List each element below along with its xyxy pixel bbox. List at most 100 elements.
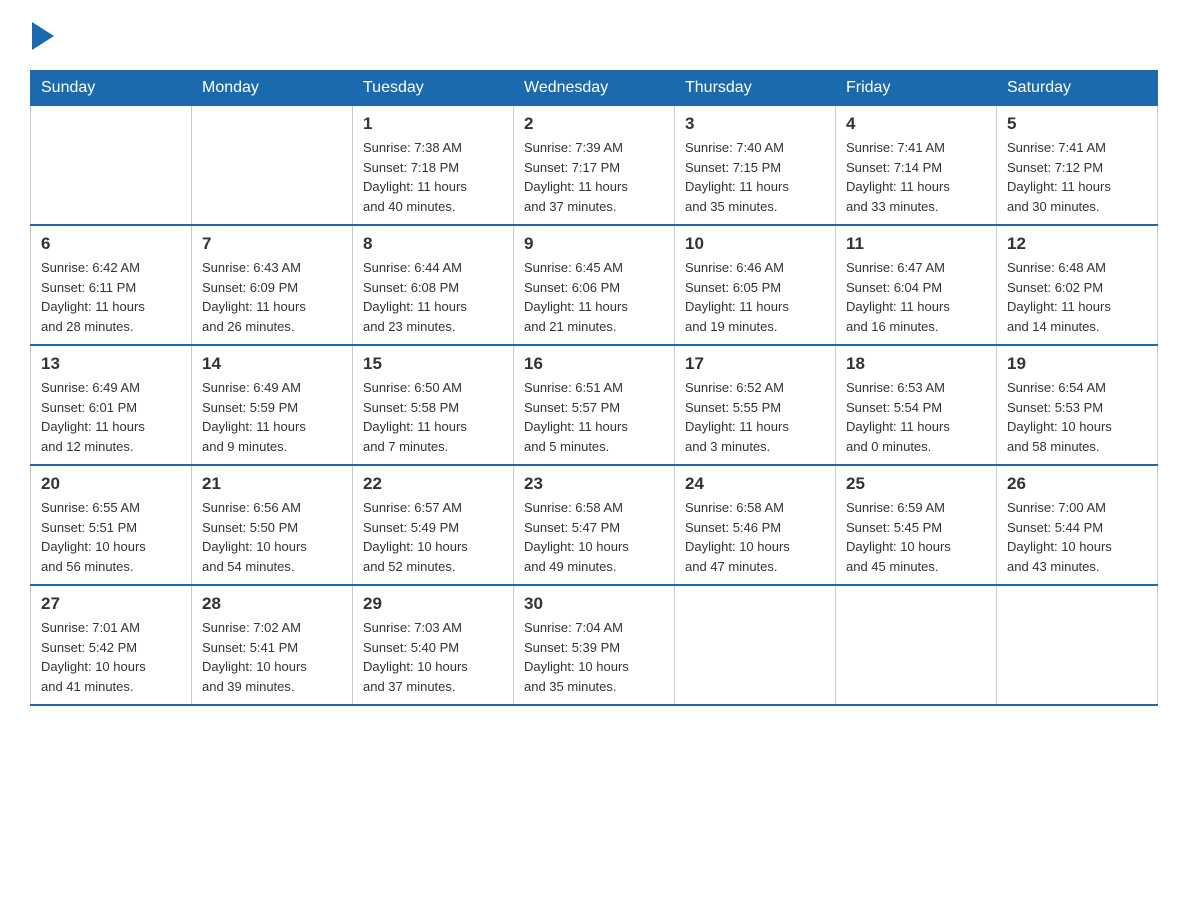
day-number: 4	[846, 114, 986, 134]
calendar-table: SundayMondayTuesdayWednesdayThursdayFrid…	[30, 70, 1158, 706]
week-row-2: 6 Sunrise: 6:42 AM Sunset: 6:11 PM Daylig…	[31, 225, 1158, 345]
calendar-cell: 28 Sunrise: 7:02 AM Sunset: 5:41 PM Dayli…	[192, 585, 353, 705]
calendar-cell: 16Sunrise: 6:51 AM Sunset: 5:57 PM Dayli…	[514, 345, 675, 465]
calendar-cell: 22Sunrise: 6:57 AM Sunset: 5:49 PM Dayli…	[353, 465, 514, 585]
day-number: 26	[1007, 474, 1147, 494]
day-number: 21	[202, 474, 342, 494]
calendar-cell: 2 Sunrise: 7:39 AM Sunset: 7:17 PM Daylig…	[514, 106, 675, 226]
day-info: Sunrise: 6:58 AM Sunset: 5:46 PM Dayligh…	[685, 498, 825, 576]
day-info: Sunrise: 7:01 AM Sunset: 5:42 PM Dayligh…	[41, 618, 181, 696]
day-number: 5	[1007, 114, 1147, 134]
column-header-saturday: Saturday	[997, 71, 1158, 106]
day-info: Sunrise: 6:56 AM Sunset: 5:50 PM Dayligh…	[202, 498, 342, 576]
calendar-cell	[192, 106, 353, 226]
calendar-body: 1 Sunrise: 7:38 AM Sunset: 7:18 PM Daylig…	[31, 106, 1158, 706]
day-info: Sunrise: 7:40 AM Sunset: 7:15 PM Dayligh…	[685, 138, 825, 216]
calendar-cell: 19 Sunrise: 6:54 AM Sunset: 5:53 PM Dayli…	[997, 345, 1158, 465]
logo-icon	[32, 22, 54, 50]
day-info: Sunrise: 7:38 AM Sunset: 7:18 PM Dayligh…	[363, 138, 503, 216]
day-number: 29	[363, 594, 503, 614]
column-header-thursday: Thursday	[675, 71, 836, 106]
day-info: Sunrise: 6:44 AM Sunset: 6:08 PM Dayligh…	[363, 258, 503, 336]
calendar-cell: 26 Sunrise: 7:00 AM Sunset: 5:44 PM Dayli…	[997, 465, 1158, 585]
logo	[30, 20, 54, 50]
day-number: 12	[1007, 234, 1147, 254]
calendar-cell: 17Sunrise: 6:52 AM Sunset: 5:55 PM Dayli…	[675, 345, 836, 465]
day-number: 28	[202, 594, 342, 614]
calendar-cell: 18 Sunrise: 6:53 AM Sunset: 5:54 PM Dayli…	[836, 345, 997, 465]
day-header-row: SundayMondayTuesdayWednesdayThursdayFrid…	[31, 71, 1158, 106]
day-info: Sunrise: 6:52 AM Sunset: 5:55 PM Dayligh…	[685, 378, 825, 456]
day-info: Sunrise: 7:04 AM Sunset: 5:39 PM Dayligh…	[524, 618, 664, 696]
day-info: Sunrise: 7:00 AM Sunset: 5:44 PM Dayligh…	[1007, 498, 1147, 576]
day-number: 8	[363, 234, 503, 254]
day-info: Sunrise: 7:41 AM Sunset: 7:14 PM Dayligh…	[846, 138, 986, 216]
day-info: Sunrise: 7:02 AM Sunset: 5:41 PM Dayligh…	[202, 618, 342, 696]
day-number: 9	[524, 234, 664, 254]
day-info: Sunrise: 6:43 AM Sunset: 6:09 PM Dayligh…	[202, 258, 342, 336]
column-header-sunday: Sunday	[31, 71, 192, 106]
day-info: Sunrise: 6:48 AM Sunset: 6:02 PM Dayligh…	[1007, 258, 1147, 336]
calendar-cell	[997, 585, 1158, 705]
week-row-5: 27 Sunrise: 7:01 AM Sunset: 5:42 PM Dayli…	[31, 585, 1158, 705]
day-number: 23	[524, 474, 664, 494]
day-number: 25	[846, 474, 986, 494]
calendar-cell: 30Sunrise: 7:04 AM Sunset: 5:39 PM Dayli…	[514, 585, 675, 705]
day-number: 11	[846, 234, 986, 254]
day-number: 18	[846, 354, 986, 374]
day-info: Sunrise: 6:47 AM Sunset: 6:04 PM Dayligh…	[846, 258, 986, 336]
calendar-cell: 27 Sunrise: 7:01 AM Sunset: 5:42 PM Dayli…	[31, 585, 192, 705]
calendar-cell: 14Sunrise: 6:49 AM Sunset: 5:59 PM Dayli…	[192, 345, 353, 465]
day-number: 13	[41, 354, 181, 374]
day-number: 7	[202, 234, 342, 254]
day-number: 1	[363, 114, 503, 134]
day-info: Sunrise: 6:53 AM Sunset: 5:54 PM Dayligh…	[846, 378, 986, 456]
calendar-cell: 9Sunrise: 6:45 AM Sunset: 6:06 PM Daylig…	[514, 225, 675, 345]
calendar-cell: 6 Sunrise: 6:42 AM Sunset: 6:11 PM Daylig…	[31, 225, 192, 345]
day-info: Sunrise: 6:46 AM Sunset: 6:05 PM Dayligh…	[685, 258, 825, 336]
day-number: 22	[363, 474, 503, 494]
calendar-cell: 25 Sunrise: 6:59 AM Sunset: 5:45 PM Dayli…	[836, 465, 997, 585]
week-row-4: 20 Sunrise: 6:55 AM Sunset: 5:51 PM Dayli…	[31, 465, 1158, 585]
day-info: Sunrise: 6:54 AM Sunset: 5:53 PM Dayligh…	[1007, 378, 1147, 456]
column-header-tuesday: Tuesday	[353, 71, 514, 106]
calendar-cell: 3 Sunrise: 7:40 AM Sunset: 7:15 PM Daylig…	[675, 106, 836, 226]
day-info: Sunrise: 6:50 AM Sunset: 5:58 PM Dayligh…	[363, 378, 503, 456]
week-row-1: 1 Sunrise: 7:38 AM Sunset: 7:18 PM Daylig…	[31, 106, 1158, 226]
day-info: Sunrise: 7:39 AM Sunset: 7:17 PM Dayligh…	[524, 138, 664, 216]
day-info: Sunrise: 6:59 AM Sunset: 5:45 PM Dayligh…	[846, 498, 986, 576]
day-info: Sunrise: 6:58 AM Sunset: 5:47 PM Dayligh…	[524, 498, 664, 576]
day-info: Sunrise: 7:41 AM Sunset: 7:12 PM Dayligh…	[1007, 138, 1147, 216]
calendar-cell: 10 Sunrise: 6:46 AM Sunset: 6:05 PM Dayli…	[675, 225, 836, 345]
day-number: 20	[41, 474, 181, 494]
calendar-cell: 23 Sunrise: 6:58 AM Sunset: 5:47 PM Dayli…	[514, 465, 675, 585]
day-info: Sunrise: 6:49 AM Sunset: 6:01 PM Dayligh…	[41, 378, 181, 456]
day-number: 15	[363, 354, 503, 374]
day-number: 3	[685, 114, 825, 134]
day-number: 24	[685, 474, 825, 494]
day-number: 6	[41, 234, 181, 254]
calendar-cell: 15 Sunrise: 6:50 AM Sunset: 5:58 PM Dayli…	[353, 345, 514, 465]
calendar-cell: 24 Sunrise: 6:58 AM Sunset: 5:46 PM Dayli…	[675, 465, 836, 585]
calendar-cell: 1 Sunrise: 7:38 AM Sunset: 7:18 PM Daylig…	[353, 106, 514, 226]
day-info: Sunrise: 6:51 AM Sunset: 5:57 PM Dayligh…	[524, 378, 664, 456]
calendar-cell: 12 Sunrise: 6:48 AM Sunset: 6:02 PM Dayli…	[997, 225, 1158, 345]
week-row-3: 13 Sunrise: 6:49 AM Sunset: 6:01 PM Dayli…	[31, 345, 1158, 465]
day-number: 10	[685, 234, 825, 254]
column-header-wednesday: Wednesday	[514, 71, 675, 106]
day-number: 19	[1007, 354, 1147, 374]
calendar-cell: 5 Sunrise: 7:41 AM Sunset: 7:12 PM Daylig…	[997, 106, 1158, 226]
day-info: Sunrise: 6:42 AM Sunset: 6:11 PM Dayligh…	[41, 258, 181, 336]
calendar-cell	[836, 585, 997, 705]
calendar-cell: 7 Sunrise: 6:43 AM Sunset: 6:09 PM Daylig…	[192, 225, 353, 345]
calendar-cell: 4 Sunrise: 7:41 AM Sunset: 7:14 PM Daylig…	[836, 106, 997, 226]
day-number: 27	[41, 594, 181, 614]
day-info: Sunrise: 6:49 AM Sunset: 5:59 PM Dayligh…	[202, 378, 342, 456]
column-header-friday: Friday	[836, 71, 997, 106]
day-number: 2	[524, 114, 664, 134]
day-info: Sunrise: 6:55 AM Sunset: 5:51 PM Dayligh…	[41, 498, 181, 576]
calendar-cell: 8 Sunrise: 6:44 AM Sunset: 6:08 PM Daylig…	[353, 225, 514, 345]
calendar-cell: 20 Sunrise: 6:55 AM Sunset: 5:51 PM Dayli…	[31, 465, 192, 585]
calendar-cell: 11 Sunrise: 6:47 AM Sunset: 6:04 PM Dayli…	[836, 225, 997, 345]
calendar-cell	[675, 585, 836, 705]
